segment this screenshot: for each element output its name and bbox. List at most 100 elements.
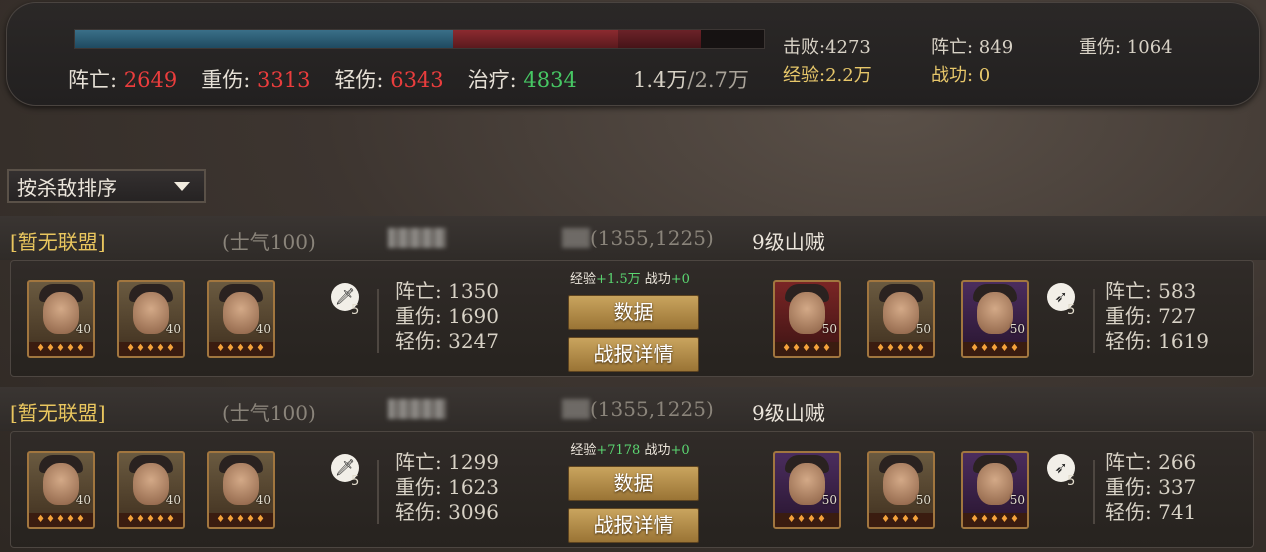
progress-heavy-segment: [617, 30, 701, 48]
troop-progress-bar: [74, 29, 765, 49]
hero-stars: ♦♦♦♦: [775, 513, 839, 527]
alliance-name: [暂无联盟]: [10, 230, 106, 254]
hero-stars: ♦♦♦♦♦: [29, 342, 93, 356]
divider: [1093, 460, 1095, 524]
battle-reward: 经验+1.5万 战功+0: [511, 268, 749, 287]
blurred-location: [562, 228, 590, 248]
enemy-heavy: 重伤: 337: [1105, 475, 1197, 499]
troops-current: 1.4万: [633, 68, 688, 92]
merit-stat: 战功: 0: [931, 65, 991, 86]
enemy-light: 轻伤: 1619: [1105, 329, 1209, 353]
morale-text: (士气100): [222, 230, 316, 254]
hero-stars: ♦♦♦♦♦: [119, 513, 183, 527]
enemy-hero-portrait[interactable]: 50 ♦♦♦♦♦: [867, 280, 935, 358]
enemy-dead: 阵亡: 266: [1105, 450, 1197, 474]
enemy-name: 9级山贼: [752, 230, 825, 254]
ally-heavy: 重伤: 1623: [395, 475, 499, 499]
battle-header: [暂无联盟] (士气100) (1355,1225) 9级山贼: [0, 387, 1266, 431]
battle-card: 40 ♦♦♦♦♦ 40 ♦♦♦♦♦ 40 ♦♦♦♦♦ 🗡 5 阵亡: 1350 重伤:…: [10, 260, 1254, 377]
kills-stat: 击败:4273: [783, 37, 871, 58]
hero-level: 50: [821, 493, 837, 507]
hero-level: 50: [915, 322, 931, 336]
hero-level: 50: [1009, 493, 1025, 507]
enemy-heavy: 重伤: 727: [1105, 304, 1197, 328]
hero-stars: ♦♦♦♦♦: [209, 342, 273, 356]
enemy-hero-portrait[interactable]: 50 ♦♦♦♦♦: [961, 451, 1029, 529]
ally-light: 轻伤: 3247: [395, 329, 499, 353]
enemy-hero-portrait[interactable]: 50 ♦♦♦♦♦: [961, 280, 1029, 358]
alliance-name: [暂无联盟]: [10, 401, 106, 425]
blurred-location: [562, 399, 590, 419]
progress-loss-segment: [452, 30, 618, 48]
enemy-troop-count: 5: [1067, 303, 1076, 318]
battle-report-button[interactable]: 战报详情: [568, 508, 699, 543]
hero-stars: ♦♦♦♦♦: [963, 513, 1027, 527]
divider: [1093, 289, 1095, 353]
dropdown-arrow-icon: [174, 182, 190, 191]
enemy-light: 轻伤: 741: [1105, 500, 1197, 524]
enemy-casualties: 阵亡: 266 重伤: 337 轻伤: 741: [1105, 450, 1196, 525]
hero-level: 40: [255, 493, 271, 507]
hero-level: 50: [1009, 322, 1025, 336]
reward-merit-value: +0: [670, 443, 690, 458]
enemy-hero-portrait[interactable]: 50 ♦♦♦♦: [867, 451, 935, 529]
heavy-stat: 重伤: 1064: [1079, 37, 1173, 58]
ally-hero-portrait[interactable]: 40 ♦♦♦♦♦: [207, 451, 275, 529]
dead-stat: 阵亡: 849: [931, 37, 1014, 58]
enemy-name: 9级山贼: [752, 401, 825, 425]
data-button[interactable]: 数据: [568, 295, 699, 330]
battle-report-button[interactable]: 战报详情: [568, 337, 699, 372]
troop-count: 1.4万/2.7万: [633, 64, 749, 94]
reward-merit-label: 战功: [644, 272, 671, 287]
sort-dropdown[interactable]: 按杀敌排序: [7, 169, 206, 203]
reward-merit-label: 战功: [644, 443, 671, 458]
light-value: 6343: [390, 68, 444, 92]
battle-summary-panel: 阵亡: 2649 重伤: 3313 轻伤: 6343 治疗: 4834 1.4万…: [6, 2, 1260, 106]
ally-hero-portrait[interactable]: 40 ♦♦♦♦♦: [207, 280, 275, 358]
ally-hero-portrait[interactable]: 40 ♦♦♦♦♦: [117, 451, 185, 529]
divider: [377, 460, 379, 524]
ally-casualties: 阵亡: 1350 重伤: 1690 轻伤: 3247: [395, 279, 499, 354]
hero-stars: ♦♦♦♦♦: [869, 342, 933, 356]
enemy-hero-portrait[interactable]: 50 ♦♦♦♦: [773, 451, 841, 529]
divider: [377, 289, 379, 353]
ally-hero-portrait[interactable]: 40 ♦♦♦♦♦: [27, 280, 95, 358]
ally-dead: 阵亡: 1299: [395, 450, 499, 474]
hero-stars: ♦♦♦♦♦: [963, 342, 1027, 356]
ally-troop-count: 5: [351, 474, 360, 489]
heal-value: 4834: [523, 68, 577, 92]
enemy-troop-count: 5: [1067, 474, 1076, 489]
hero-level: 40: [75, 493, 91, 507]
ally-light: 轻伤: 3096: [395, 500, 499, 524]
hero-level: 40: [75, 322, 91, 336]
hero-level: 40: [255, 322, 271, 336]
reward-exp-label: 经验: [570, 443, 597, 458]
enemy-hero-portrait[interactable]: 50 ♦♦♦♦♦: [773, 280, 841, 358]
ally-troop-count: 5: [351, 303, 360, 318]
blurred-player-name: [388, 399, 446, 419]
progress-remaining-segment: [75, 30, 453, 48]
ally-casualties: 阵亡: 1299 重伤: 1623 轻伤: 3096: [395, 450, 499, 525]
summary-casualties: 阵亡: 2649 重伤: 3313 轻伤: 6343 治疗: 4834: [68, 64, 601, 94]
heavy-label: 重伤:: [201, 68, 251, 92]
hero-stars: ♦♦♦♦♦: [29, 513, 93, 527]
enemy-dead: 阵亡: 583: [1105, 279, 1197, 303]
ally-hero-portrait[interactable]: 40 ♦♦♦♦♦: [117, 280, 185, 358]
heavy-value: 3313: [256, 68, 311, 92]
light-label: 轻伤:: [334, 68, 384, 92]
troops-total: 2.7万: [694, 68, 749, 92]
reward-exp-value: +7178: [596, 443, 641, 458]
hero-level: 50: [915, 493, 931, 507]
reward-merit-value: +0: [670, 272, 690, 287]
hero-stars: ♦♦♦♦♦: [775, 342, 839, 356]
ally-hero-portrait[interactable]: 40 ♦♦♦♦♦: [27, 451, 95, 529]
dead-label: 阵亡:: [68, 68, 118, 92]
heal-label: 治疗:: [467, 68, 517, 92]
overall-stats: 击败:4273 阵亡: 849 重伤: 1064 经验:2.2万 战功: 0: [783, 32, 1223, 88]
hero-level: 40: [165, 493, 181, 507]
battle-header: [暂无联盟] (士气100) (1355,1225) 9级山贼: [0, 216, 1266, 260]
coordinates: (1355,1225): [590, 226, 714, 250]
data-button[interactable]: 数据: [568, 466, 699, 501]
ally-dead: 阵亡: 1350: [395, 279, 499, 303]
morale-text: (士气100): [222, 401, 316, 425]
